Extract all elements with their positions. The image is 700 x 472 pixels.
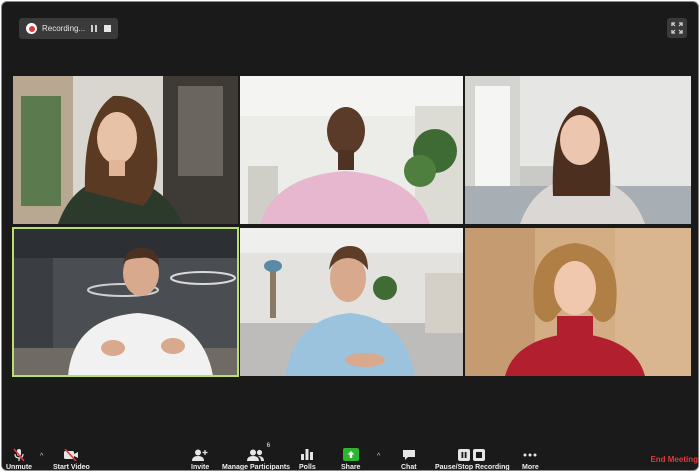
- pause-stop-recording-label: Pause/Stop Recording: [435, 464, 510, 471]
- add-user-icon: [192, 447, 208, 462]
- recording-indicator: Recording...: [19, 18, 118, 39]
- participant-video: [465, 228, 691, 376]
- participant-video-tile[interactable]: [465, 76, 691, 224]
- meeting-window: Recording... Unmute ^ Start Video Invite…: [1, 1, 699, 471]
- start-video-button[interactable]: Start Video: [53, 447, 90, 471]
- video-off-icon: [63, 447, 79, 462]
- participants-icon: 6: [247, 443, 270, 462]
- share-options-chevron-icon[interactable]: ^: [377, 453, 380, 460]
- invite-label: Invite: [191, 464, 210, 471]
- bar-chart-icon: [301, 447, 314, 462]
- fullscreen-icon: [671, 22, 683, 34]
- more-label: More: [522, 464, 539, 471]
- participant-video-tile[interactable]: [240, 76, 463, 224]
- manage-participants-button[interactable]: 6 Manage Participants: [222, 443, 291, 471]
- share-button[interactable]: Share: [341, 447, 361, 471]
- audio-options-chevron-icon[interactable]: ^: [40, 453, 43, 460]
- pause-stop-recording-button[interactable]: Pause/Stop Recording: [435, 447, 510, 471]
- participant-video: [465, 76, 691, 224]
- stop-recording-icon[interactable]: [104, 25, 112, 32]
- recording-label: Recording...: [42, 24, 86, 33]
- fullscreen-button[interactable]: [667, 18, 687, 38]
- chat-button[interactable]: Chat: [401, 447, 417, 471]
- participant-video-tile[interactable]: [465, 228, 691, 376]
- participant-count-badge: 6: [266, 443, 271, 449]
- pause-stop-icon: [458, 447, 486, 462]
- share-label: Share: [341, 464, 361, 471]
- pause-recording-icon[interactable]: [91, 25, 98, 32]
- participant-video: [13, 76, 238, 224]
- share-arrow-icon: [342, 447, 359, 462]
- start-video-label: Start Video: [53, 464, 90, 471]
- participant-video: [240, 76, 463, 224]
- manage-participants-label: Manage Participants: [222, 464, 291, 471]
- unmute-label: Unmute: [6, 464, 33, 471]
- active-speaker-video-tile[interactable]: [12, 227, 239, 377]
- chat-label: Chat: [401, 464, 417, 471]
- polls-label: Polls: [299, 464, 316, 471]
- muted-microphone-icon: [13, 447, 25, 462]
- recording-dot-icon: [26, 23, 37, 34]
- participant-video-tile[interactable]: [240, 228, 463, 376]
- participant-video: [240, 228, 463, 376]
- more-dots-icon: [523, 447, 537, 462]
- polls-button[interactable]: Polls: [299, 447, 316, 471]
- chat-bubble-icon: [402, 447, 416, 462]
- meeting-toolbar: Unmute ^ Start Video Invite 6 Manage Par…: [2, 443, 698, 471]
- participant-video-tile[interactable]: [13, 76, 238, 224]
- invite-button[interactable]: Invite: [191, 447, 210, 471]
- unmute-button[interactable]: Unmute: [6, 447, 33, 471]
- more-button[interactable]: More: [522, 447, 539, 471]
- participant-video: [13, 228, 238, 376]
- end-meeting-button[interactable]: End Meeting: [650, 455, 698, 464]
